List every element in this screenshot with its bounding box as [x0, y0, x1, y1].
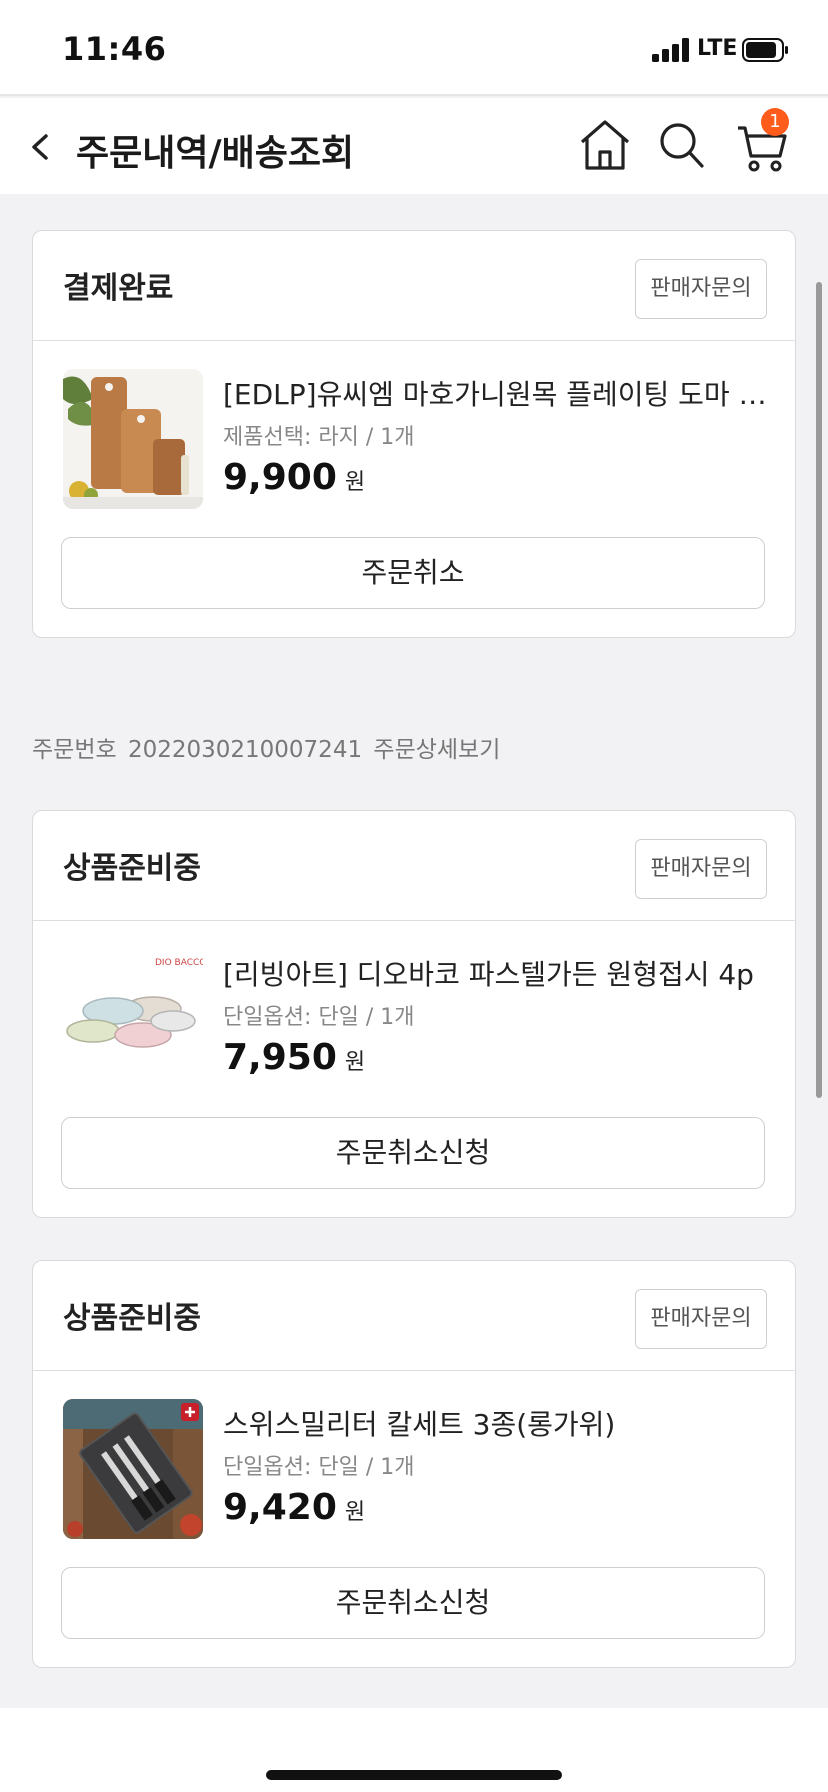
- cancel-order-button[interactable]: 주문취소: [61, 537, 765, 609]
- network-type: LTE: [697, 36, 738, 61]
- order-card-header: 결제완료 판매자문의: [33, 231, 795, 341]
- status-time: 11:46: [62, 30, 167, 68]
- home-indicator[interactable]: [266, 1770, 562, 1780]
- product-name[interactable]: [리빙아트] 디오바코 파스텔가든 원형접시 4p: [223, 953, 769, 993]
- price-value: 9,420: [223, 1487, 337, 1528]
- product-option: 단일옵션: 단일 / 1개: [223, 1005, 415, 1030]
- currency-label: 원: [344, 470, 366, 495]
- product-option: 제품선택: 라지 / 1개: [223, 425, 415, 450]
- product-image[interactable]: [63, 1399, 203, 1539]
- order-status: 상품준비중: [63, 851, 201, 886]
- back-chevron-icon[interactable]: [22, 120, 62, 172]
- seller-inquiry-button[interactable]: 판매자문의: [635, 839, 767, 899]
- status-bar: 11:46 LTE: [0, 0, 828, 96]
- battery-icon: [742, 38, 788, 62]
- seller-inquiry-button[interactable]: 판매자문의: [635, 259, 767, 319]
- order-number: 2022030210007241: [127, 737, 363, 763]
- plate-brand-text: DIO BACCO: [155, 958, 203, 968]
- seller-inquiry-button[interactable]: 판매자문의: [635, 1289, 767, 1349]
- home-icon[interactable]: [576, 116, 634, 174]
- order-status: 결제완료: [63, 271, 174, 306]
- search-icon[interactable]: [658, 120, 706, 172]
- order-number-line: 주문번호 2022030210007241 주문상세보기: [32, 730, 504, 764]
- order-list: 결제완료 판매자문의 [EDLP]유씨엠 마호가니원목 플레이팅 도마 나...…: [0, 194, 828, 1708]
- product-image[interactable]: [63, 369, 203, 509]
- product-option: 단일옵션: 단일 / 1개: [223, 1455, 415, 1480]
- page-title: 주문내역/배송조회: [76, 133, 355, 174]
- request-cancel-button[interactable]: 주문취소신청: [61, 1567, 765, 1639]
- product-name[interactable]: [EDLP]유씨엠 마호가니원목 플레이팅 도마 나...: [223, 373, 769, 413]
- order-number-label: 주문번호: [32, 737, 117, 763]
- product-price: 9,420 원: [223, 1487, 365, 1528]
- price-value: 9,900: [223, 457, 337, 498]
- order-card: 상품준비중 판매자문의 스위스밀리터 칼세트 3종(롱가위) 단일옵션: 단일 …: [32, 1260, 796, 1668]
- product-row[interactable]: 스위스밀리터 칼세트 3종(롱가위) 단일옵션: 단일 / 1개 9,420 원: [33, 1371, 795, 1541]
- order-card: 결제완료 판매자문의 [EDLP]유씨엠 마호가니원목 플레이팅 도마 나...…: [32, 230, 796, 638]
- product-price: 7,950 원: [223, 1037, 365, 1078]
- order-card-header: 상품준비중 판매자문의: [33, 811, 795, 921]
- request-cancel-button[interactable]: 주문취소신청: [61, 1117, 765, 1189]
- header-bar: 주문내역/배송조회 1: [0, 98, 828, 194]
- order-card-header: 상품준비중 판매자문의: [33, 1261, 795, 1371]
- product-image[interactable]: DIO BACCO: [63, 949, 203, 1089]
- product-row[interactable]: DIO BACCO [리빙아트] 디오바코 파스텔가든 원형접시 4p 단일옵션…: [33, 921, 795, 1091]
- product-price: 9,900 원: [223, 457, 365, 498]
- scrollbar[interactable]: [816, 282, 822, 1098]
- cart-count-badge: 1: [761, 108, 789, 136]
- signal-icon: [652, 38, 692, 62]
- price-value: 7,950: [223, 1037, 337, 1078]
- currency-label: 원: [344, 1050, 366, 1075]
- order-status: 상품준비중: [63, 1301, 201, 1336]
- order-card: 상품준비중 판매자문의 DIO BACCO [리빙아트] 디오바코 파스텔가든 …: [32, 810, 796, 1218]
- product-name[interactable]: 스위스밀리터 칼세트 3종(롱가위): [223, 1403, 769, 1443]
- bottom-area: [0, 1708, 828, 1792]
- order-detail-link[interactable]: 주문상세보기: [373, 737, 500, 763]
- currency-label: 원: [344, 1500, 366, 1525]
- product-row[interactable]: [EDLP]유씨엠 마호가니원목 플레이팅 도마 나... 제품선택: 라지 /…: [33, 341, 795, 511]
